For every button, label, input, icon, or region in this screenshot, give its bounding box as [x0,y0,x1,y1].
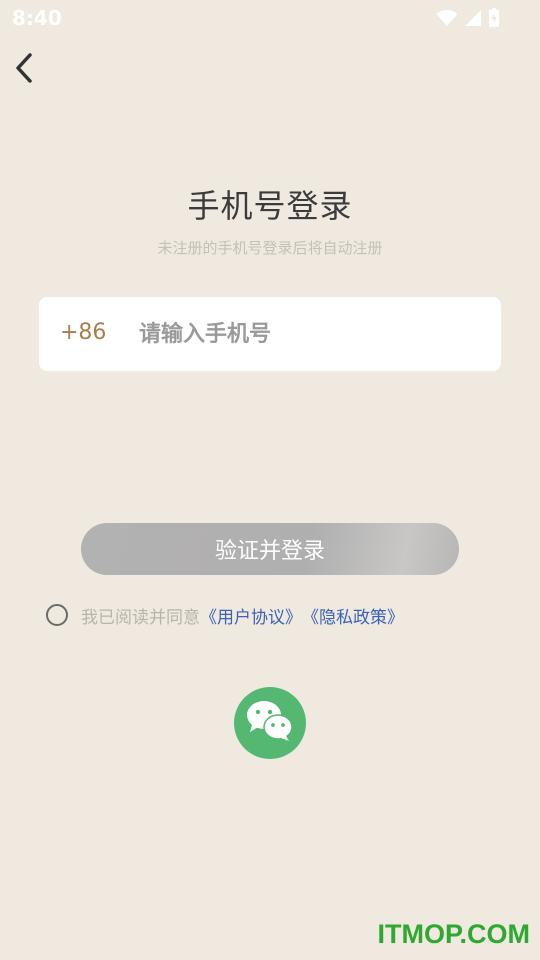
user-agreement-link[interactable]: 《用户协议》 [200,603,302,628]
signal-icon [464,9,482,31]
status-bar: 8:40 [0,0,540,36]
country-code[interactable]: +86 [60,320,106,345]
phone-input[interactable] [139,311,479,357]
wechat-login-button[interactable] [234,687,306,759]
wechat-icon [245,699,295,747]
agreement-checkbox[interactable] [46,604,68,626]
agreement-text: 我已阅读并同意 [81,607,200,628]
phone-input-box: +86 [39,297,501,371]
chevron-left-icon [12,51,36,89]
status-time: 8:40 [12,6,62,30]
privacy-policy-link[interactable]: 《隐私政策》 [302,603,404,628]
verify-login-button[interactable]: 验证并登录 [81,523,459,575]
status-icons [436,8,500,32]
watermark-text: ITMOP.COM [377,919,530,949]
page-subtitle: 未注册的手机号登录后将自动注册 [157,239,383,257]
wifi-icon [436,9,458,31]
agreement-row: 我已阅读并同意 《用户协议》 《隐私政策》 [46,602,404,628]
back-button[interactable] [6,50,42,90]
battery-icon [488,8,500,32]
page-title: 手机号登录 [187,187,353,225]
login-page: 8:40 手机号登录 未注册的手机号登录后将自动注册 +86 请输入手机号 验证… [0,0,540,960]
